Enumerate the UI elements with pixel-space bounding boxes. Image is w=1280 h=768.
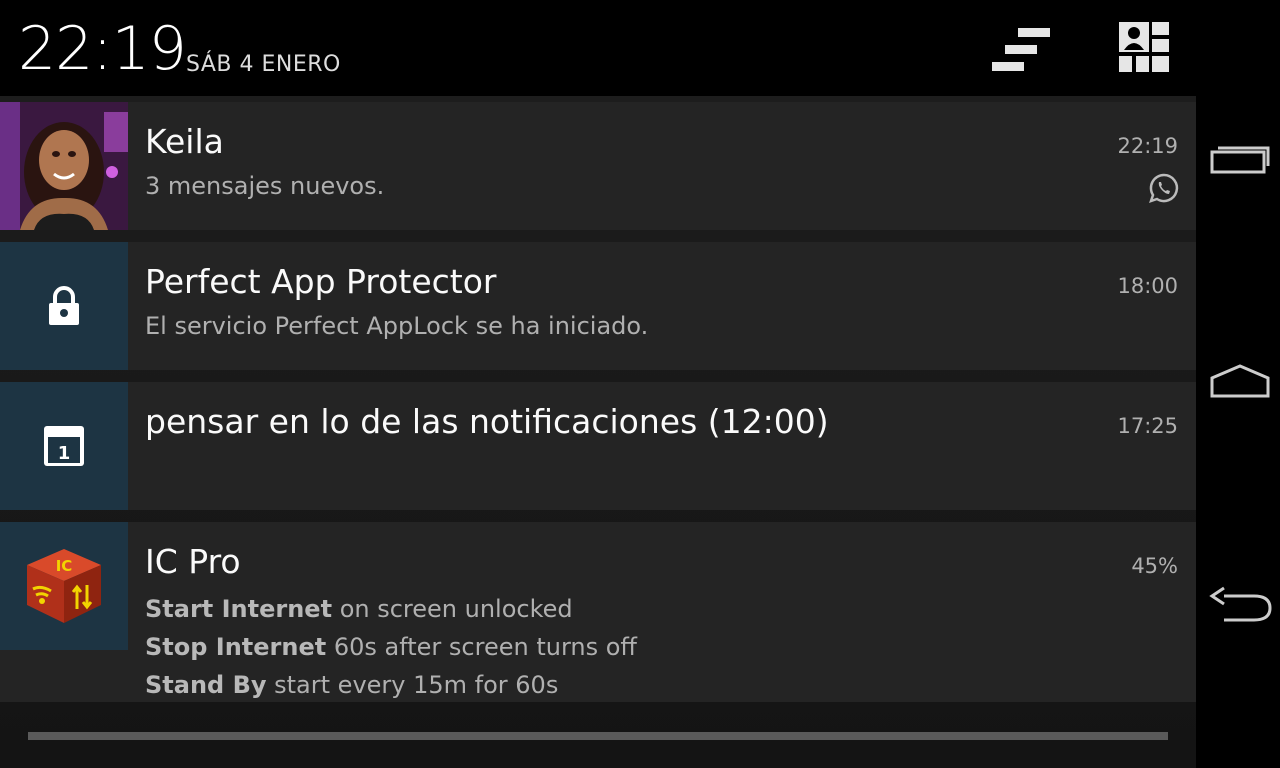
notification-title: pensar en lo de las notificaciones (12:0…	[145, 402, 829, 441]
ic-label: IC	[56, 557, 73, 575]
clock: 22:19	[18, 14, 187, 84]
line-stand-by: Stand By start every 15m for 60s	[145, 671, 559, 699]
notification-perfect-app-protector[interactable]: Perfect App Protector El servicio Perfec…	[0, 242, 1196, 370]
notification-keila[interactable]: Keila 3 mensajes nuevos. 22:19	[0, 102, 1196, 230]
contact-photo	[0, 102, 128, 230]
notification-panel: Keila 3 mensajes nuevos. 22:19 Perfect A…	[0, 96, 1196, 768]
recent-apps-icon[interactable]	[1206, 130, 1274, 190]
lock-icon	[0, 242, 128, 370]
notification-ic-pro[interactable]: IC IC Pro 45% Start Internet on screen u…	[0, 522, 1196, 702]
quick-settings-icon[interactable]	[1116, 22, 1176, 78]
notification-calendar[interactable]: 1 pensar en lo de las notificaciones (12…	[0, 382, 1196, 510]
back-icon[interactable]	[1206, 574, 1274, 634]
notification-lines: Start Internet on screen unlocked Stop I…	[145, 590, 637, 704]
calendar-icon: 1	[0, 382, 128, 510]
notification-title: Perfect App Protector	[145, 262, 497, 301]
notification-title: Keila	[145, 122, 224, 161]
line-stop-internet: Stop Internet 60s after screen turns off	[145, 633, 637, 661]
ic-pro-icon: IC	[0, 522, 128, 650]
notification-time: 18:00	[1117, 274, 1178, 298]
line-start-internet: Start Internet on screen unlocked	[145, 595, 573, 623]
calendar-day: 1	[58, 443, 71, 464]
date: SÁB 4 ENERO	[186, 52, 341, 77]
navigation-bar	[1196, 0, 1280, 768]
panel-drag-handle[interactable]	[28, 732, 1168, 740]
notification-text: El servicio Perfect AppLock se ha inicia…	[145, 312, 649, 340]
notification-progress: 45%	[1131, 554, 1178, 578]
whatsapp-icon	[1148, 172, 1180, 208]
status-bar: 22:19 SÁB 4 ENERO	[0, 0, 1196, 100]
notification-time: 17:25	[1117, 414, 1178, 438]
notification-list-icon[interactable]	[990, 22, 1050, 78]
notification-time: 22:19	[1117, 134, 1178, 158]
home-icon[interactable]	[1206, 352, 1274, 412]
notification-text: 3 mensajes nuevos.	[145, 172, 385, 200]
notification-title: IC Pro	[145, 542, 241, 581]
